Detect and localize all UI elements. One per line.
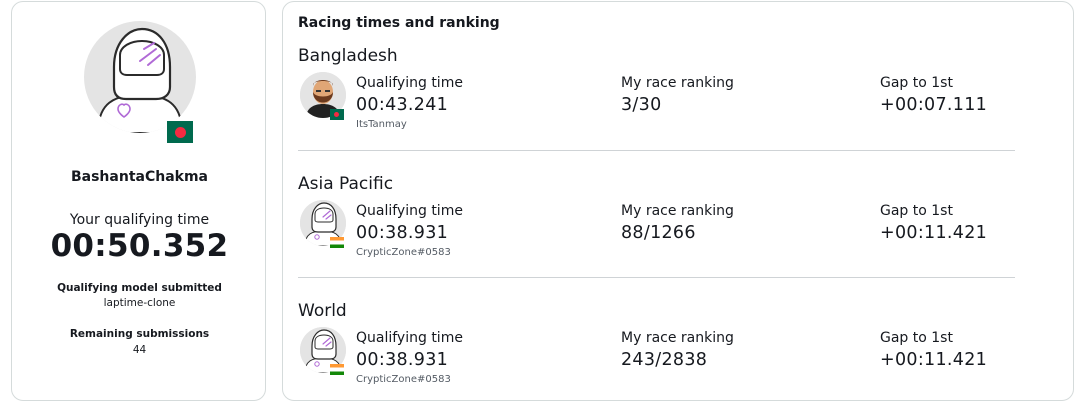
username: BashantaChakma [70,169,208,185]
leader-name: ItsTanmay [356,119,407,130]
bangladesh-flag-icon [166,120,194,144]
remaining-submissions-value: 44 [132,344,147,356]
qualifying-time-label: Qualifying time [356,203,463,219]
ranking-section-world: World Qualifying time 00:38.931 CrypticZ… [298,301,1015,407]
gap-to-first-label: Gap to 1st [880,203,953,219]
section-divider [298,150,1015,151]
section-title: Bangladesh [298,46,398,66]
profile-card: BashantaChakma Your qualifying time 00:5… [11,1,266,401]
race-ranking-label: My race ranking [621,75,734,91]
your-qualifying-time: 00:50.352 [50,228,229,264]
leader-name: CrypticZone#0583 [356,374,451,385]
gap-to-first-label: Gap to 1st [880,75,953,91]
model-name: laptime-clone [103,297,176,309]
qualifying-time-value: 00:38.931 [356,350,449,370]
race-ranking-value: 88/1266 [621,223,696,243]
remaining-submissions-label: Remaining submissions [69,328,210,340]
race-ranking-value: 3/30 [621,95,662,115]
india-flag-icon [330,364,344,375]
racer-helmet-avatar [84,21,196,133]
ranking-card: Racing times and ranking Bangladesh Qual… [282,1,1074,401]
qualifying-time-value: 00:43.241 [356,95,449,115]
race-ranking-label: My race ranking [621,203,734,219]
qualifying-time-label: Qualifying time [356,330,463,346]
bangladesh-flag-icon [330,109,344,120]
gap-to-first-label: Gap to 1st [880,330,953,346]
ranking-section-bangladesh: Bangladesh Qualifying time 00:43.241 Its… [298,46,1015,166]
section-divider [298,277,1015,278]
section-title: World [298,301,347,321]
gap-to-first-value: +00:11.421 [880,350,988,370]
gap-to-first-value: +00:07.111 [880,95,988,115]
helmet-icon [96,27,184,133]
section-title: Asia Pacific [298,174,394,194]
race-ranking-value: 243/2838 [621,350,708,370]
india-flag-icon [330,237,344,248]
model-submitted-label: Qualifying model submitted [57,282,222,294]
qualifying-time-value: 00:38.931 [356,223,449,243]
race-ranking-label: My race ranking [621,330,734,346]
your-qualifying-label: Your qualifying time [69,212,210,228]
ranking-card-title: Racing times and ranking [298,15,500,31]
profile-avatar [84,21,196,144]
gap-to-first-value: +00:11.421 [880,223,988,243]
leader-name: CrypticZone#0583 [356,247,451,258]
ranking-section-asia-pacific: Asia Pacific Qualifying time 00:38.931 C… [298,174,1015,294]
qualifying-time-label: Qualifying time [356,75,463,91]
